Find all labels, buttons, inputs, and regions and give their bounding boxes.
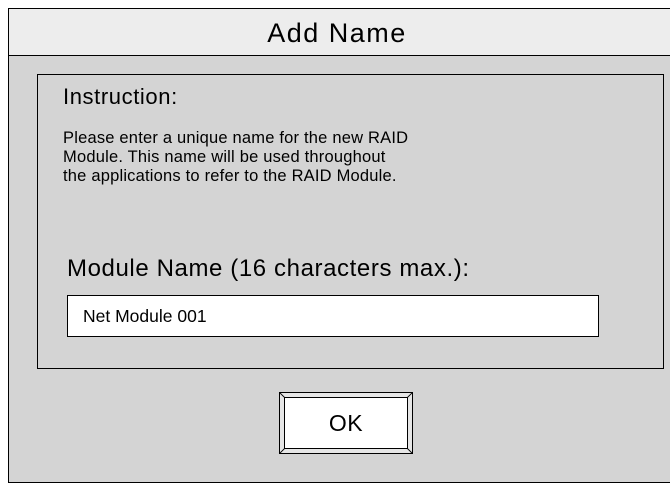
dialog-title: Add Name (267, 17, 407, 48)
instruction-heading: Instruction: (63, 84, 178, 109)
ok-button-label: OK (328, 409, 364, 436)
instruction-line: the applications to refer to the RAID Mo… (63, 167, 397, 185)
ok-button-face: OK (284, 397, 408, 449)
add-name-dialog: Add Name Instruction: Please enter a uni… (8, 8, 670, 483)
dialog-titlebar: Add Name (9, 9, 670, 56)
instruction-line: Module. This name will be used throughou… (63, 148, 386, 166)
ok-button[interactable]: OK (279, 392, 413, 454)
module-name-label: Module Name (16 characters max.): (67, 255, 470, 282)
instruction-line: Please enter a unique name for the new R… (63, 129, 409, 147)
dialog-content-group: Instruction: Please enter a unique name … (37, 74, 664, 369)
module-name-input[interactable] (67, 295, 599, 337)
instruction-text: Please enter a unique name for the new R… (63, 129, 583, 186)
